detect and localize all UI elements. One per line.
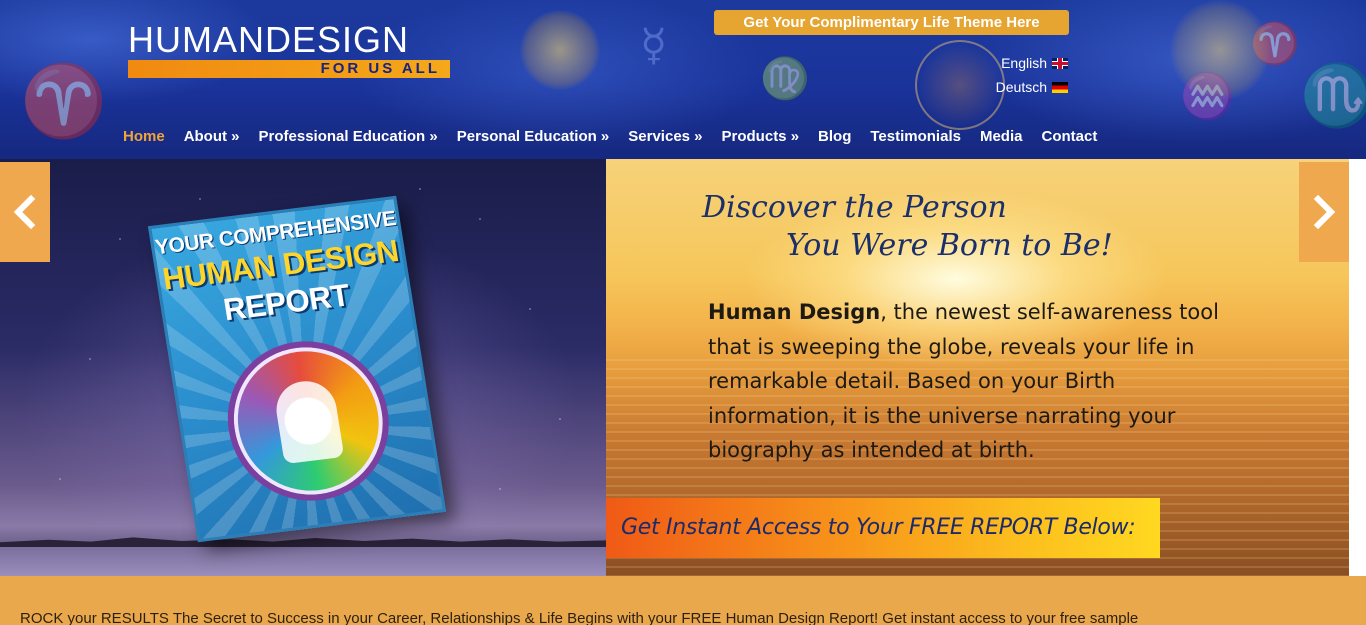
language-label: Deutsch [995,79,1047,95]
nav-professional-education[interactable]: Professional Education » [259,126,438,148]
nav-blog[interactable]: Blog [818,126,851,148]
astro-glyph-decoration: ♈ [20,60,108,142]
description-bold: Human Design [708,300,881,324]
astro-glyph-decoration: ☿ [640,20,668,71]
slider-next-button[interactable] [1299,162,1349,262]
nav-testimonials[interactable]: Testimonials [870,126,961,148]
astro-glyph-decoration: ♍ [760,56,810,102]
nav-services[interactable]: Services » [628,126,702,148]
page-gutter [1349,159,1366,576]
moon-decoration [1170,0,1270,100]
description-text: , the newest self-awareness tool that is… [708,300,1219,462]
nav-contact[interactable]: Contact [1041,126,1097,148]
slide-description: Human Design, the newest self-awareness … [708,295,1228,468]
nav-home[interactable]: Home [123,126,165,148]
starry-sky-image: YOUR COMPREHENSIVE HUMAN DESIGN REPORT [0,159,606,576]
headline-line-2: You Were Born to Be! [786,228,1113,263]
slider-prev-button[interactable] [0,162,50,262]
astro-glyph-decoration: ♏ [1300,61,1366,131]
logo-tagline: FOR US ALL [320,60,440,77]
sun-decoration [520,10,600,90]
language-label: English [1001,55,1047,71]
life-theme-cta-button[interactable]: Get Your Complimentary Life Theme Here [714,10,1069,35]
intro-band: ROCK your RESULTS The Secret to Success … [0,576,1366,625]
intro-text: ROCK your RESULTS The Secret to Success … [20,610,1139,625]
site-logo[interactable]: HUMANDESIGN FOR US ALL [128,20,450,78]
mountain-horizon [0,537,606,547]
nav-personal-education[interactable]: Personal Education » [457,126,610,148]
language-english-link[interactable]: English [1001,55,1068,71]
uk-flag-icon [1052,57,1068,69]
compass-decoration [915,40,1005,130]
nav-products[interactable]: Products » [722,126,800,148]
report-cover-image: YOUR COMPREHENSIVE HUMAN DESIGN REPORT [147,195,447,543]
chevron-left-icon [13,195,36,229]
chevron-right-icon [1313,195,1336,229]
site-header: ♈ ♏ ♈ ♍ ♒ ☿ HUMANDESIGN FOR US ALL Get Y… [0,0,1366,159]
de-flag-icon [1052,81,1068,93]
free-report-cta[interactable]: Get Instant Access to Your FREE REPORT B… [606,498,1160,558]
sunset-panel: Discover the Person You Were Born to Be!… [606,159,1349,576]
logo-wordmark: HUMANDESIGN [128,19,410,60]
main-nav: Home About » Professional Education » Pe… [123,126,1116,148]
nav-about[interactable]: About » [184,126,240,148]
salt-flat-reflection [0,547,606,576]
hero-slider: YOUR COMPREHENSIVE HUMAN DESIGN REPORT D… [0,159,1349,576]
headline-line-1: Discover the Person [702,190,1007,225]
language-deutsch-link[interactable]: Deutsch [996,79,1068,95]
slide-headline: Discover the Person You Were Born to Be! [702,189,1262,265]
bodygraph-figure [272,377,345,465]
nav-media[interactable]: Media [980,126,1023,148]
